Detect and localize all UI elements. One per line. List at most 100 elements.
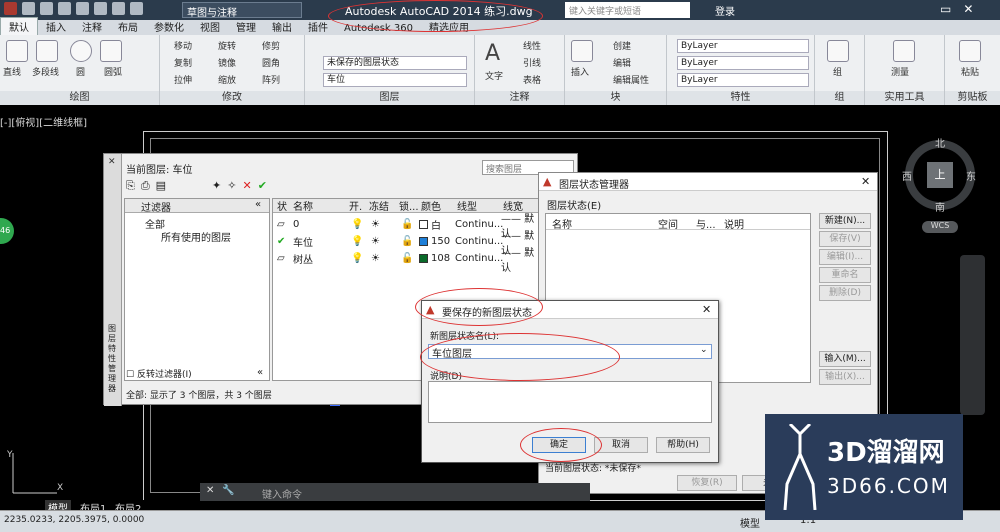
measure-tool[interactable]: 测量: [891, 65, 909, 78]
lsm-export-button[interactable]: 输出(X)...: [819, 369, 871, 385]
panel-groups-label[interactable]: 组: [815, 91, 864, 105]
lsm-close-icon[interactable]: ✕: [861, 175, 870, 188]
create-block-tool[interactable]: 创建: [613, 39, 631, 52]
lsm-save-button[interactable]: 保存(V): [819, 231, 871, 247]
paste-icon[interactable]: [959, 40, 981, 62]
layer-name[interactable]: 树丛: [293, 251, 313, 266]
linetype-dropdown[interactable]: ByLayer: [677, 56, 809, 70]
col-on[interactable]: 开.: [349, 199, 362, 213]
undo-icon[interactable]: [112, 2, 125, 15]
layer-dropdown[interactable]: 车位: [323, 73, 467, 87]
col-name[interactable]: 名称: [293, 199, 313, 213]
new-layer-icon[interactable]: ✦: [212, 179, 221, 193]
lsm-import-button[interactable]: 输入(M)...: [819, 351, 871, 367]
panel-block-label[interactable]: 块: [565, 91, 666, 105]
group-tool[interactable]: 组: [833, 65, 842, 78]
linear-tool[interactable]: 线性: [523, 39, 541, 52]
tab-parametric[interactable]: 参数化: [146, 18, 192, 35]
filter-new-icon[interactable]: ⎘: [126, 179, 135, 193]
lsm-restore-button[interactable]: 恢复(R): [677, 475, 737, 491]
lineweight-value[interactable]: —— 默认: [501, 244, 541, 274]
collapse-icon[interactable]: «: [255, 199, 261, 210]
filter-group-icon[interactable]: ⎙: [141, 179, 150, 193]
new-icon[interactable]: [22, 2, 35, 15]
lsm-col-space[interactable]: 空间: [658, 216, 678, 231]
line-tool[interactable]: 直线: [3, 65, 21, 78]
bulb-icon[interactable]: 💡: [351, 236, 363, 247]
set-current-icon[interactable]: ✔: [258, 179, 267, 193]
compass-west[interactable]: 西: [902, 168, 912, 183]
delete-layer-icon[interactable]: ✕: [242, 179, 251, 193]
col-color[interactable]: 颜色: [421, 199, 441, 213]
lsm-col-same[interactable]: 与...: [696, 216, 716, 231]
sun-icon[interactable]: ☀: [371, 253, 380, 264]
navigation-bar[interactable]: [960, 255, 985, 415]
compass-east[interactable]: 东: [966, 168, 976, 183]
text-icon[interactable]: A: [485, 41, 500, 66]
tab-annotate[interactable]: 注释: [74, 18, 110, 35]
line-icon[interactable]: [6, 40, 28, 62]
lsm-delete-button[interactable]: 删除(D): [819, 285, 871, 301]
tree-used-layers[interactable]: 所有使用的图层: [161, 229, 231, 244]
tab-insert[interactable]: 插入: [38, 18, 74, 35]
lineweight-dropdown[interactable]: ByLayer: [677, 73, 809, 87]
circle-icon[interactable]: [70, 40, 92, 62]
table-tool[interactable]: 表格: [523, 73, 541, 86]
lsm-new-button[interactable]: 新建(N)...: [819, 213, 871, 229]
layer-row[interactable]: ▱ 树丛 💡 ☀ 🔓 108 Continu... —— 默认: [273, 248, 541, 274]
copy-tool[interactable]: 复制: [174, 56, 192, 69]
cancel-button[interactable]: 取消: [594, 437, 648, 453]
description-textarea[interactable]: [428, 381, 712, 423]
panel-draw-label[interactable]: 绘图: [0, 91, 159, 105]
trim-tool[interactable]: 修剪: [262, 39, 280, 52]
move-tool[interactable]: 移动: [174, 39, 192, 52]
tab-view[interactable]: 视图: [192, 18, 228, 35]
text-tool[interactable]: 文字: [485, 69, 503, 82]
leader-tool[interactable]: 引线: [523, 56, 541, 69]
tab-layout[interactable]: 布局: [110, 18, 146, 35]
color-swatch[interactable]: [419, 254, 428, 263]
compass-south[interactable]: 南: [935, 199, 945, 214]
viewcube-top-face[interactable]: 上: [927, 162, 953, 188]
unlock-icon[interactable]: 🔓: [401, 219, 413, 230]
print-icon[interactable]: [94, 2, 107, 15]
command-close-icon[interactable]: ✕: [206, 485, 214, 496]
col-linetype[interactable]: 线型: [457, 199, 477, 213]
insert-tool[interactable]: 插入: [571, 65, 589, 78]
workspace-dropdown[interactable]: 草图与注释: [182, 2, 302, 19]
panel-utilities-label[interactable]: 实用工具: [865, 91, 944, 105]
collapse-icon-bottom[interactable]: «: [257, 367, 263, 378]
tab-manage[interactable]: 管理: [228, 18, 264, 35]
stretch-tool[interactable]: 拉伸: [174, 73, 192, 86]
command-line[interactable]: ✕ 🔧 键入命令: [200, 483, 590, 501]
color-swatch[interactable]: [419, 220, 428, 229]
tab-output[interactable]: 输出: [264, 18, 300, 35]
edit-block-tool[interactable]: 编辑: [613, 56, 631, 69]
layer-name[interactable]: 0: [293, 219, 299, 230]
help-search-input[interactable]: 键入关键字或短语: [565, 2, 690, 18]
lsm-edit-button[interactable]: 编辑(I)...: [819, 249, 871, 265]
palette-close-icon[interactable]: ✕: [108, 157, 116, 167]
arc-icon[interactable]: [100, 40, 122, 62]
sun-icon[interactable]: ☀: [371, 219, 380, 230]
open-icon[interactable]: [40, 2, 53, 15]
tab-default[interactable]: 默认: [0, 17, 38, 35]
edit-attributes-tool[interactable]: 编辑属性: [613, 73, 649, 86]
array-tool[interactable]: 阵列: [262, 73, 280, 86]
help-button[interactable]: 帮助(H): [656, 437, 710, 453]
layer-state-dropdown[interactable]: 未保存的图层状态: [323, 56, 467, 70]
layer-states-icon[interactable]: ▤: [156, 179, 166, 193]
polyline-icon[interactable]: [36, 40, 58, 62]
bulb-icon[interactable]: 💡: [351, 253, 363, 264]
new-vp-layer-icon[interactable]: ✧: [227, 179, 236, 193]
sun-icon[interactable]: ☀: [371, 236, 380, 247]
invert-filter-checkbox[interactable]: ☐ 反转过滤器(I): [126, 367, 192, 380]
paste-tool[interactable]: 粘贴: [961, 65, 979, 78]
saveas-icon[interactable]: [76, 2, 89, 15]
panel-annotation-label[interactable]: 注释: [475, 91, 564, 105]
insert-block-icon[interactable]: [571, 40, 593, 62]
linetype-value[interactable]: Continu...: [455, 253, 503, 264]
tab-plugins[interactable]: 插件: [300, 18, 336, 35]
panel-layers-label[interactable]: 图层: [305, 91, 474, 105]
color-dropdown[interactable]: ByLayer: [677, 39, 809, 53]
